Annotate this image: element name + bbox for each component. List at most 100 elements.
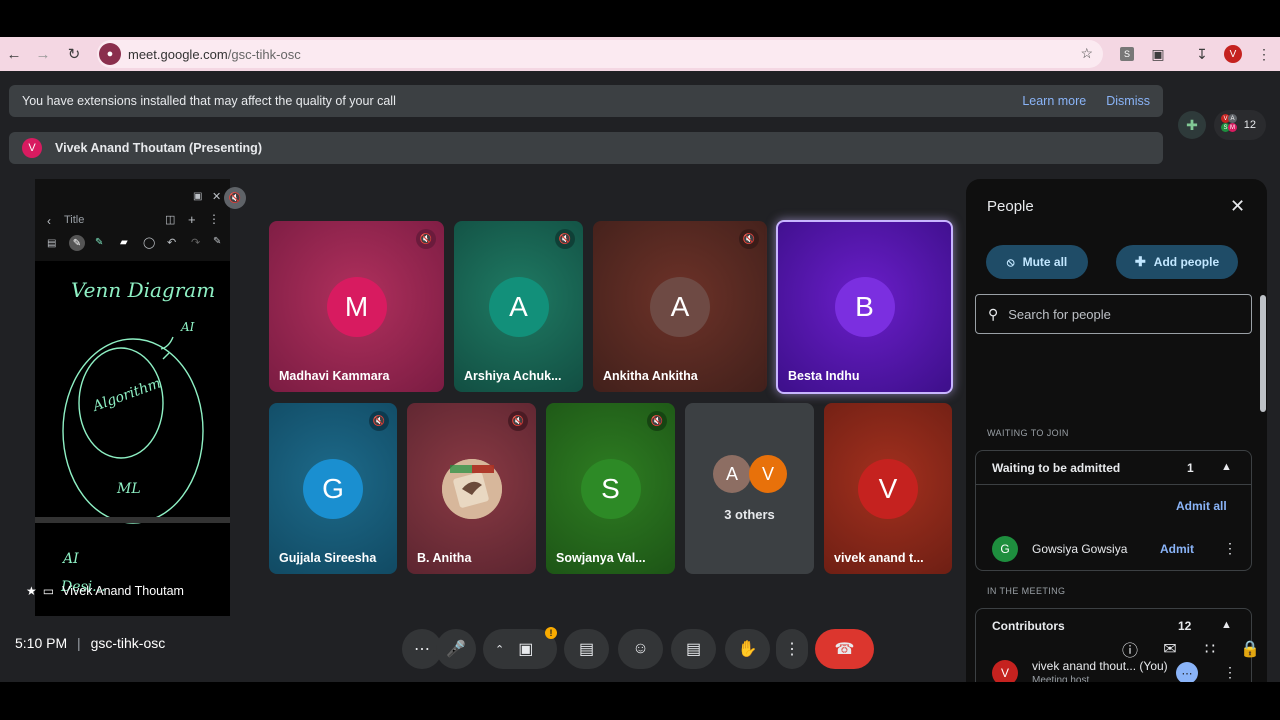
participants-button[interactable]: V A S M 12 — [1214, 110, 1266, 140]
mini-avatar-icon: M — [1228, 123, 1237, 132]
emoji-reaction-icon[interactable]: ☺ — [618, 629, 663, 669]
panel-scrollbar[interactable] — [1260, 295, 1266, 412]
bird-notebook-icon — [441, 458, 502, 519]
url-text: meet.google.com/gsc-tihk-osc — [128, 47, 301, 62]
participant-name: B. Anitha — [417, 551, 472, 565]
bookmark-star-icon[interactable]: ☆ — [1080, 45, 1093, 62]
microphone-icon[interactable]: 🎤 — [436, 629, 476, 669]
avatar: A — [488, 276, 549, 337]
address-bar[interactable]: ● meet.google.com/gsc-tihk-osc ☆ — [97, 40, 1103, 68]
search-input[interactable] — [1008, 306, 1209, 322]
more-options-icon[interactable]: ⋮ — [776, 629, 808, 669]
learn-more-link[interactable]: Learn more — [1022, 94, 1086, 108]
host-controls-lock-icon[interactable]: 🔒 — [1238, 637, 1262, 661]
more-options-icon[interactable]: ⋮ — [1223, 540, 1237, 557]
chevron-up-icon[interactable]: ⌃ — [495, 643, 504, 656]
avatar: S — [580, 458, 641, 519]
mic-off-icon: 🔇 — [416, 229, 436, 249]
mic-off-icon: ⦸ — [1006, 254, 1015, 269]
avatar: A — [650, 276, 710, 337]
camera-button[interactable]: ⌃ ▣ ! — [483, 627, 557, 669]
add-people-button[interactable]: ✚ Add people — [1116, 245, 1238, 279]
avatar-image — [441, 458, 502, 519]
chat-icon[interactable]: ✉ — [1158, 637, 1182, 661]
meeting-details-icon[interactable]: ⓘ — [1118, 637, 1142, 661]
redo-icon: ↷ — [191, 237, 201, 249]
mic-off-icon: 🔇 — [508, 411, 528, 431]
others-label: 3 others — [724, 507, 775, 522]
present-screen-icon[interactable]: ▤ — [564, 629, 609, 669]
avatar: M — [326, 276, 387, 337]
waiting-section-label: WAITING TO JOIN — [987, 428, 1069, 438]
extensions-puzzle-icon[interactable]: ▣ — [1146, 37, 1170, 71]
meet-stage: You have extensions installed that may a… — [0, 71, 1280, 682]
browser-toolbar: ← → ↻ ● meet.google.com/gsc-tihk-osc ☆ S… — [0, 37, 1280, 71]
participant-tile[interactable]: 🔇 A Ankitha Ankitha — [593, 221, 767, 392]
mute-all-button[interactable]: ⦸ Mute all — [986, 245, 1088, 279]
undo-icon: ↶ — [167, 237, 177, 249]
participant-tile[interactable]: 🔇 B. Anitha — [407, 403, 536, 574]
mute-all-label: Mute all — [1022, 255, 1068, 269]
others-tile[interactable]: A V 3 others — [685, 403, 814, 574]
presentation-view: ‹ Title ◫ + ⋮ ▣ ✕ ▤ ✎ ✎ ▰ ◯ ↶ ↷ ✎ Venn D… — [35, 179, 230, 616]
raise-hand-icon[interactable]: ✋ — [725, 629, 770, 669]
screen: ← → ↻ ● meet.google.com/gsc-tihk-osc ☆ S… — [0, 0, 1280, 720]
highlighter-icon: ✎ — [95, 237, 104, 248]
presenter-avatar: V — [22, 138, 42, 158]
divider: | — [77, 635, 81, 651]
close-icon[interactable]: ✕ — [1230, 196, 1245, 217]
participant-tile[interactable]: 🔇 M Madhavi Kammara — [269, 221, 444, 392]
waiting-name: Gowsiya Gowsiya — [1032, 542, 1128, 556]
presenter-mic-off-icon: 🔇 — [224, 187, 246, 209]
pin-icon[interactable]: ★ — [26, 584, 37, 598]
popout-icon: ▣ — [193, 191, 203, 202]
avatar: V — [858, 458, 918, 519]
back-chevron-icon: ‹ — [47, 214, 51, 228]
mic-off-icon: 🔇 — [739, 229, 759, 249]
captions-icon[interactable]: ▤ — [671, 629, 716, 669]
profile-avatar[interactable]: V — [1221, 37, 1245, 71]
dismiss-button[interactable]: Dismiss — [1106, 94, 1150, 108]
meeting-section-label: IN THE MEETING — [987, 586, 1066, 596]
profile-initial: V — [1224, 45, 1242, 63]
hw-ai-1: AI — [180, 320, 195, 334]
download-icon[interactable]: ↧ — [1190, 37, 1214, 71]
avatar: A — [713, 455, 751, 493]
participant-tile[interactable]: V vivek anand t... — [824, 403, 952, 574]
end-call-icon[interactable]: ☎ — [815, 629, 874, 669]
back-icon[interactable]: ← — [0, 37, 28, 71]
participant-name: vivek anand t... — [834, 551, 924, 565]
admit-button[interactable]: Admit — [1160, 542, 1194, 556]
presenting-label: Vivek Anand Thoutam (Presenting) — [55, 141, 262, 155]
handwritten-venn-diagram: Venn Diagram AI Algorithm ML AI Desi... — [60, 278, 215, 595]
mic-permission-icon[interactable]: ● — [99, 43, 121, 65]
presenter-label: ★ ▭ Vivek Anand Thoutam — [26, 584, 184, 598]
reload-icon[interactable]: ↻ — [60, 37, 88, 71]
screen-share-icon: ▭ — [42, 584, 55, 598]
participant-tile[interactable]: 🔇 A Arshiya Achuk... — [454, 221, 583, 392]
waiting-header: Waiting to be admitted — [992, 461, 1121, 475]
search-people-field[interactable]: ⚲ — [975, 294, 1252, 334]
participants-count: 12 — [1243, 119, 1256, 131]
banner-message: You have extensions installed that may a… — [22, 94, 396, 108]
add-person-icon[interactable]: ✚ — [1178, 111, 1206, 139]
keyboard-icon: ▤ — [47, 238, 57, 249]
forward-icon[interactable]: → — [29, 37, 57, 71]
chevron-up-icon[interactable]: ▲ — [1221, 461, 1232, 473]
notes-app-toolbar: ‹ Title ◫ + ⋮ ▣ ✕ ▤ ✎ ✎ ▰ ◯ ↶ ↷ ✎ — [35, 179, 230, 261]
bottom-control-bar: 5:10 PM | gsc-tihk-osc ⋯ 🎤 ⌃ ▣ ! ▤ ☺ ▤ ✋… — [0, 611, 1280, 683]
hw-ml: ML — [116, 481, 141, 497]
browser-menu-icon[interactable]: ⋮ — [1252, 37, 1276, 71]
hw-venn-diagram: Venn Diagram — [71, 278, 215, 302]
participant-tile[interactable]: 🔇 S Sowjanya Val... — [546, 403, 675, 574]
extension-s-icon[interactable]: S — [1115, 37, 1139, 71]
extensions-warning-banner: You have extensions installed that may a… — [9, 85, 1163, 117]
pencil-icon: ✎ — [213, 236, 222, 247]
participant-tile[interactable]: 🔇 G Gujjala Sireesha — [269, 403, 397, 574]
participant-tile-active-speaker[interactable]: B Besta Indhu — [776, 220, 953, 394]
presenter-name: Vivek Anand Thoutam — [62, 584, 184, 598]
hw-algorithm: Algorithm — [89, 375, 163, 415]
activities-grid-icon[interactable]: ∷ — [1198, 637, 1222, 661]
mic-off-icon: 🔇 — [555, 229, 575, 249]
admit-all-button[interactable]: Admit all — [1176, 499, 1227, 513]
